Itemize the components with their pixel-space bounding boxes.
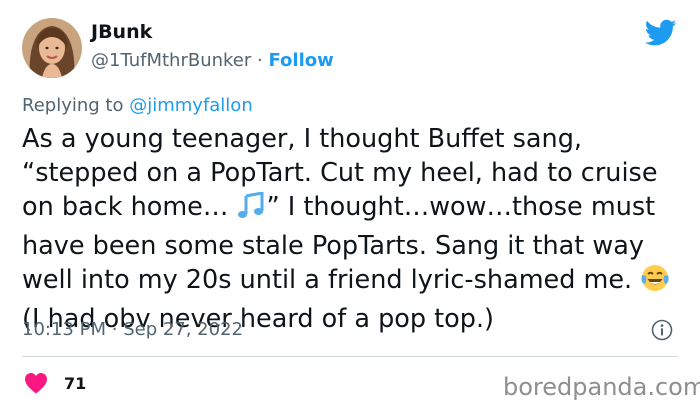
tweet-line-part: ” I thought…wow…those must bbox=[266, 192, 656, 222]
twitter-bird-icon[interactable] bbox=[644, 19, 677, 47]
tweet-card: JBunk @1TufMthrBunker · Follow Replying … bbox=[0, 0, 700, 410]
tweet-text: As a young teenager, I thought Buffet sa… bbox=[22, 122, 692, 336]
user-handle[interactable]: @1TufMthrBunker bbox=[91, 50, 251, 71]
heart-icon[interactable] bbox=[24, 372, 48, 394]
handle-row: @1TufMthrBunker · Follow bbox=[91, 49, 334, 73]
replying-to-label: Replying to bbox=[22, 95, 124, 116]
tweet-time[interactable]: 10:13 PM bbox=[22, 319, 106, 340]
avatar[interactable] bbox=[22, 18, 82, 78]
timestamp-row: 10:13 PM · Sep 27, 2022 bbox=[22, 318, 243, 342]
info-icon[interactable] bbox=[651, 319, 673, 341]
tweet-line-part: well into my 20s until a friend lyric-sh… bbox=[22, 265, 633, 295]
musical-notes-icon bbox=[236, 191, 266, 229]
follow-button[interactable]: Follow bbox=[268, 50, 333, 71]
tweet-line-with-emoji: on back home… ” I thought…wow…those must bbox=[22, 190, 692, 229]
reply-mention-link[interactable]: @jimmyfallon bbox=[129, 95, 253, 116]
separator-dot: · bbox=[257, 50, 263, 71]
tweet-line-with-emoji: well into my 20s until a friend lyric-sh… bbox=[22, 263, 692, 302]
tweet-date[interactable]: Sep 27, 2022 bbox=[123, 319, 243, 340]
tears-of-joy-icon bbox=[640, 263, 670, 302]
tweet-line: have been some stale PopTarts. Sang it t… bbox=[22, 231, 644, 261]
divider bbox=[22, 356, 678, 357]
tweet-line: “stepped on a PopTart. Cut my heel, had … bbox=[22, 158, 658, 188]
boredpanda-watermark: boredpanda.com bbox=[503, 373, 700, 401]
display-name[interactable]: JBunk bbox=[91, 20, 152, 44]
like-count: 71 bbox=[64, 374, 87, 393]
replying-to: Replying to @jimmyfallon bbox=[22, 94, 253, 118]
separator-dot: · bbox=[111, 319, 118, 340]
tweet-line-part: on back home… bbox=[22, 192, 229, 222]
tweet-line: As a young teenager, I thought Buffet sa… bbox=[22, 124, 582, 154]
